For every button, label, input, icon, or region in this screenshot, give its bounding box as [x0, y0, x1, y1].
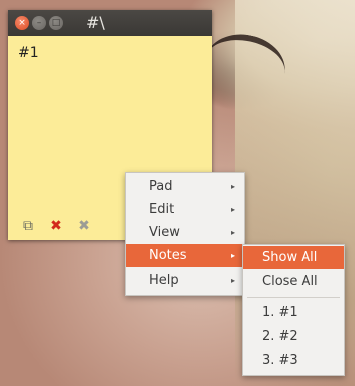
- note-text[interactable]: #1: [18, 45, 39, 61]
- menu-item-label: 2. #2: [262, 329, 298, 344]
- new-note-icon[interactable]: ⧉: [20, 218, 36, 234]
- note-item-1[interactable]: 1. #1: [243, 301, 344, 324]
- submenu-arrow-icon: ▸: [230, 251, 235, 260]
- menu-item-label: Close All: [262, 274, 318, 289]
- submenu-arrow-icon: ▸: [230, 276, 235, 285]
- menu-item-label: View: [149, 225, 180, 240]
- menu-item-view[interactable]: View ▸: [126, 221, 244, 244]
- note-item-3[interactable]: 3. #3: [243, 349, 344, 372]
- menu-item-label: Notes: [149, 248, 187, 263]
- menu-item-label: Help: [149, 273, 179, 288]
- close-icon: ×: [18, 17, 26, 28]
- note-item-2[interactable]: 2. #2: [243, 325, 344, 348]
- close-window-button[interactable]: ×: [15, 16, 29, 30]
- title-bar[interactable]: × – □ #\: [8, 10, 212, 36]
- menu-item-label: Edit: [149, 202, 175, 217]
- minimize-icon: –: [36, 17, 42, 28]
- menu-item-notes[interactable]: Notes ▸: [126, 244, 244, 267]
- minimize-window-button[interactable]: –: [32, 16, 46, 30]
- maximize-window-button[interactable]: □: [49, 16, 63, 30]
- submenu-arrow-icon: ▸: [230, 228, 235, 237]
- menu-item-help[interactable]: Help ▸: [126, 269, 244, 292]
- menu-item-edit[interactable]: Edit ▸: [126, 198, 244, 221]
- notes-submenu: Show All Close All 1. #1 2. #2 3. #3: [242, 244, 345, 376]
- menu-item-label: Pad: [149, 179, 173, 194]
- close-note-icon[interactable]: ✖: [76, 218, 92, 234]
- show-all-item[interactable]: Show All: [243, 246, 344, 269]
- menu-item-label: 1. #1: [262, 305, 298, 320]
- close-all-item[interactable]: Close All: [243, 270, 344, 293]
- submenu-arrow-icon: ▸: [230, 182, 235, 191]
- menu-item-label: 3. #3: [262, 353, 298, 368]
- window-title: #\: [86, 13, 105, 32]
- maximize-icon: □: [51, 17, 61, 28]
- menu-item-pad[interactable]: Pad ▸: [126, 175, 244, 198]
- submenu-arrow-icon: ▸: [230, 205, 235, 214]
- context-menu: Pad ▸ Edit ▸ View ▸ Notes ▸ Help ▸: [125, 172, 245, 296]
- menu-item-label: Show All: [262, 250, 318, 265]
- menu-separator: [247, 297, 340, 298]
- delete-note-icon[interactable]: ✖: [48, 218, 64, 234]
